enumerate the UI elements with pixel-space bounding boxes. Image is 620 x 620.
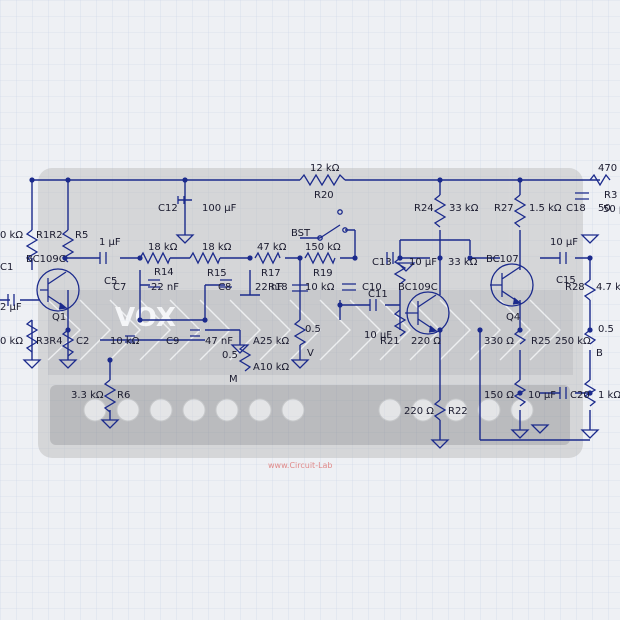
label: C20 <box>570 390 590 401</box>
label: R24 <box>414 203 434 214</box>
label: 250 kΩ <box>555 336 591 347</box>
label: C12 <box>158 203 178 214</box>
amp-knob <box>281 398 305 422</box>
label: BC109C <box>398 282 438 293</box>
amp-knob <box>477 398 501 422</box>
label: 10 µF <box>550 237 578 248</box>
label: 10 µF <box>409 257 437 268</box>
label: 2 µF <box>0 302 22 313</box>
label: A10 kΩ <box>253 362 290 373</box>
label: 0 kΩ <box>0 336 23 347</box>
label: C8 <box>218 282 231 293</box>
label: R1R2 <box>36 230 63 241</box>
label: BC109C <box>26 254 66 265</box>
label: 10 kΩ <box>305 282 335 293</box>
label: R20 <box>314 190 334 201</box>
amp-knob <box>83 398 107 422</box>
amp-brand-logo: VOX <box>115 303 176 333</box>
label: C7 <box>113 282 126 293</box>
label: Q4 <box>506 312 520 323</box>
label: R15 <box>207 268 227 279</box>
label: 50 <box>598 203 611 214</box>
label: 47 nF <box>205 336 233 347</box>
schematic: VOX www.Circuit-Lab 12 kΩ R20 470 R3 50 … <box>0 0 620 620</box>
label: 47 kΩ <box>257 242 287 253</box>
label: BST <box>291 228 311 239</box>
label: 220 Ω <box>411 336 441 347</box>
label: 220 Ω <box>404 406 434 417</box>
amp-knob <box>116 398 140 422</box>
label: C13 <box>372 257 392 268</box>
label: R21 <box>380 336 400 347</box>
photo-caption: www.Circuit-Lab <box>268 461 333 470</box>
label: 330 Ω <box>484 336 514 347</box>
label: C11 <box>368 289 388 300</box>
amp-knob <box>248 398 272 422</box>
label: R5 <box>75 230 88 241</box>
label: BC107 <box>486 254 519 265</box>
label: 1 kΩ <box>598 390 620 401</box>
label: M <box>229 374 238 385</box>
amp-knob <box>510 398 534 422</box>
label: 4.7 k <box>596 282 620 293</box>
label: 18 kΩ <box>148 242 178 253</box>
label: C2 <box>76 336 89 347</box>
label: Q1 <box>52 312 66 323</box>
label: 12 kΩ <box>310 163 340 174</box>
label: 22 nF <box>151 282 179 293</box>
label: R3 <box>604 190 617 201</box>
label: 0.5 <box>222 350 238 361</box>
label: R3R4 <box>36 336 63 347</box>
label: C1 <box>0 262 13 273</box>
label: R22 <box>448 406 468 417</box>
label: 1 µF <box>99 237 121 248</box>
label: 10 kΩ <box>110 336 140 347</box>
label: C9 <box>166 336 179 347</box>
label: R25 <box>531 336 551 347</box>
label: 18 kΩ <box>202 242 232 253</box>
amp-knob <box>182 398 206 422</box>
label: 100 µF <box>202 203 237 214</box>
label: 33 kΩ <box>448 257 478 268</box>
diagram-canvas: VOX www.Circuit-Lab 12 kΩ R20 470 R3 50 … <box>0 0 620 620</box>
label: R14 <box>154 267 174 278</box>
label: 0.5 <box>305 324 321 335</box>
label: R18 <box>268 282 288 293</box>
label: V <box>307 348 314 359</box>
label: 150 kΩ <box>305 242 341 253</box>
label: 150 Ω <box>484 390 514 401</box>
amp-knob <box>378 398 402 422</box>
label: C18 <box>566 203 586 214</box>
label: B <box>596 348 603 359</box>
label: R28 <box>565 282 585 293</box>
amp-knob <box>149 398 173 422</box>
label: R17 <box>261 268 281 279</box>
amp-knob <box>215 398 239 422</box>
label: 3.3 kΩ <box>71 390 104 401</box>
label: R19 <box>313 268 333 279</box>
label: R27 <box>494 203 514 214</box>
label: 470 <box>598 163 617 174</box>
label: R6 <box>117 390 130 401</box>
label: A25 kΩ <box>253 336 290 347</box>
label: 1.5 kΩ <box>529 203 562 214</box>
label: 33 kΩ <box>449 203 479 214</box>
label: 0 kΩ <box>0 230 23 241</box>
label: 10 µF <box>528 390 556 401</box>
label: 0.5 <box>598 324 614 335</box>
